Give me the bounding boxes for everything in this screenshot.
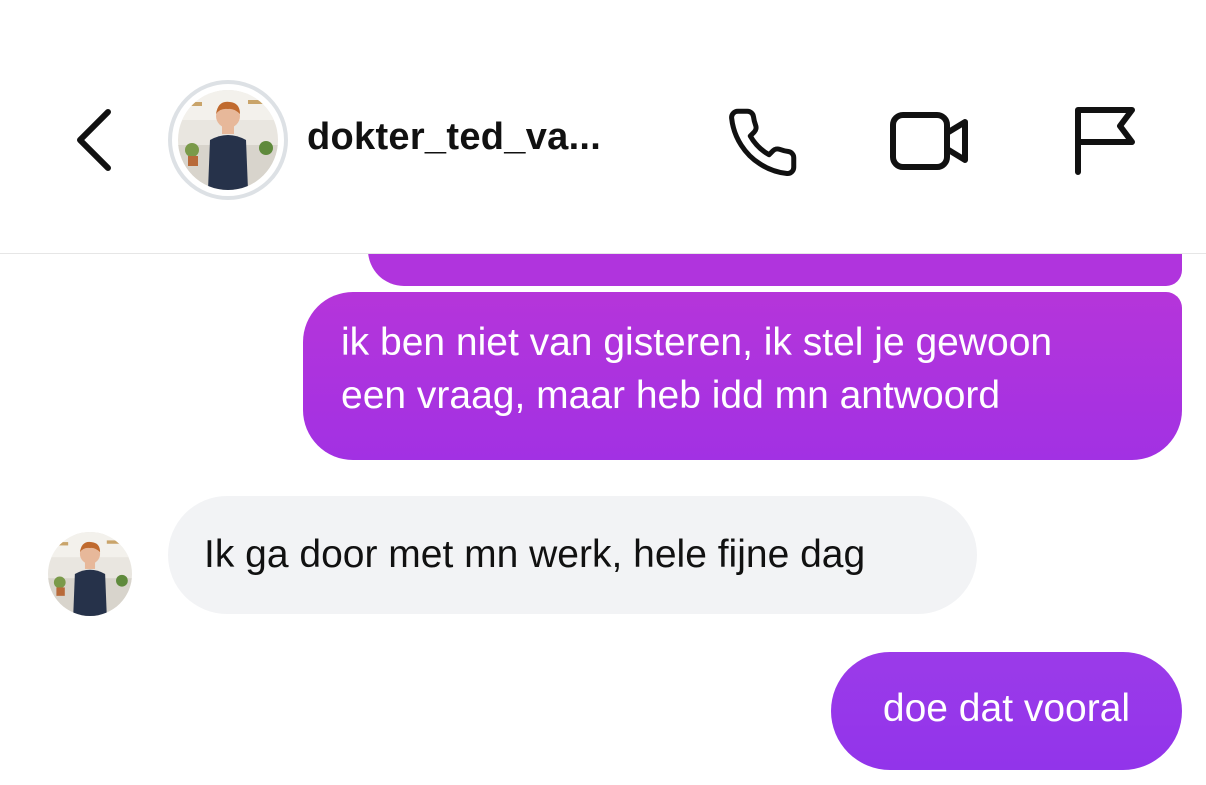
contact-avatar[interactable] [168,80,288,200]
chat-header: dokter_ted_va... [0,0,1206,254]
message-bubble-outgoing[interactable]: ik ben niet van gisteren, ik stel je gew… [303,292,1182,460]
avatar-photo [178,90,278,190]
message-text-line: een vraag, maar heb idd mn antwoord [341,374,1001,417]
phone-icon[interactable] [725,105,800,180]
flag-icon[interactable] [1070,104,1140,176]
sender-avatar[interactable] [48,532,132,616]
message-text-line: ik ben niet van gisteren, ik stel je gew… [341,321,1053,364]
chevron-left-icon[interactable] [70,106,120,174]
message-bubble-outgoing[interactable]: doe dat vooral [831,652,1182,770]
avatar-photo [48,532,132,616]
video-camera-icon[interactable] [888,105,970,175]
contact-name[interactable]: dokter_ted_va... [307,116,601,159]
message-bubble-incoming[interactable]: Ik ga door met mn werk, hele fijne dag [168,496,977,614]
